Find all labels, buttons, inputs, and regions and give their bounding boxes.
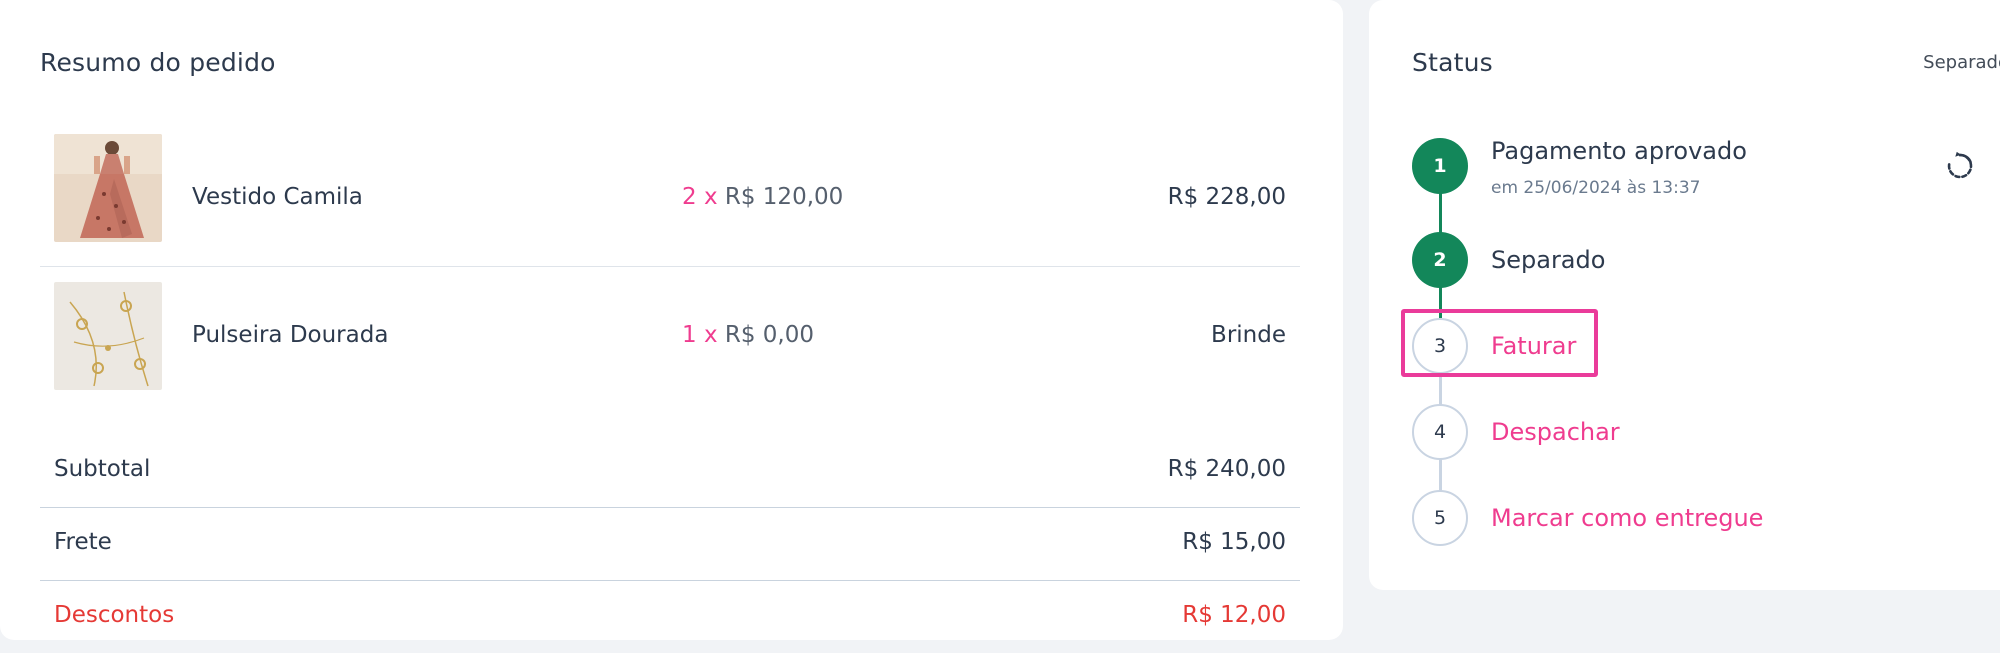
order-summary-title: Resumo do pedido: [40, 48, 276, 77]
discount-row: Descontos R$ 12,00: [40, 580, 1300, 653]
order-item-row: Vestido Camila 2 x R$ 120,00 R$ 228,00: [40, 128, 1300, 267]
discount-value: R$ 12,00: [1182, 602, 1286, 628]
shipping-row: Frete R$ 15,00: [40, 507, 1300, 581]
unit-price: R$ 0,00: [724, 322, 815, 348]
item-total: Brinde: [1211, 322, 1286, 348]
subtotal-label: Subtotal: [54, 456, 151, 482]
refresh-icon[interactable]: [1944, 150, 1976, 182]
status-panel: Status Separado: [1369, 0, 2000, 590]
quantity-multiplier: 1 x: [682, 322, 718, 348]
order-summary-panel: Resumo do pedido Vestido Camila 2 x R$ 1…: [0, 0, 1343, 640]
discount-label: Descontos: [54, 602, 175, 628]
step-2-label: Separado: [1491, 246, 1606, 274]
product-thumbnail-bracelet: [54, 282, 162, 390]
shipping-label: Frete: [54, 529, 112, 555]
current-status-label: Separado: [1923, 52, 2000, 73]
step-1-label: Pagamento aprovado: [1491, 137, 1747, 165]
dispatch-action-link[interactable]: Despachar: [1491, 418, 1620, 446]
quantity-multiplier: 2 x: [682, 184, 718, 210]
step-2-indicator: 2: [1412, 232, 1468, 288]
mark-delivered-action-link[interactable]: Marcar como entregue: [1491, 504, 1763, 532]
item-total: R$ 228,00: [1167, 184, 1286, 210]
unit-price: R$ 120,00: [724, 184, 844, 210]
subtotal-value: R$ 240,00: [1167, 456, 1286, 482]
step-4-indicator[interactable]: 4: [1412, 404, 1468, 460]
product-quantity: 1 x R$ 0,00: [682, 322, 814, 348]
highlight-box: [1401, 309, 1598, 377]
step-1-date: em 25/06/2024 às 13:37: [1491, 178, 1701, 198]
product-name: Pulseira Dourada: [192, 322, 389, 348]
step-1-indicator: 1: [1412, 138, 1468, 194]
step-5-indicator[interactable]: 5: [1412, 490, 1468, 546]
product-name: Vestido Camila: [192, 184, 363, 210]
product-quantity: 2 x R$ 120,00: [682, 184, 843, 210]
shipping-value: R$ 15,00: [1182, 529, 1286, 555]
subtotal-row: Subtotal R$ 240,00: [40, 434, 1300, 508]
status-title: Status: [1412, 48, 1493, 77]
order-item-row: Pulseira Dourada 1 x R$ 0,00 Brinde: [40, 266, 1300, 404]
product-thumbnail-dress: [54, 134, 162, 242]
